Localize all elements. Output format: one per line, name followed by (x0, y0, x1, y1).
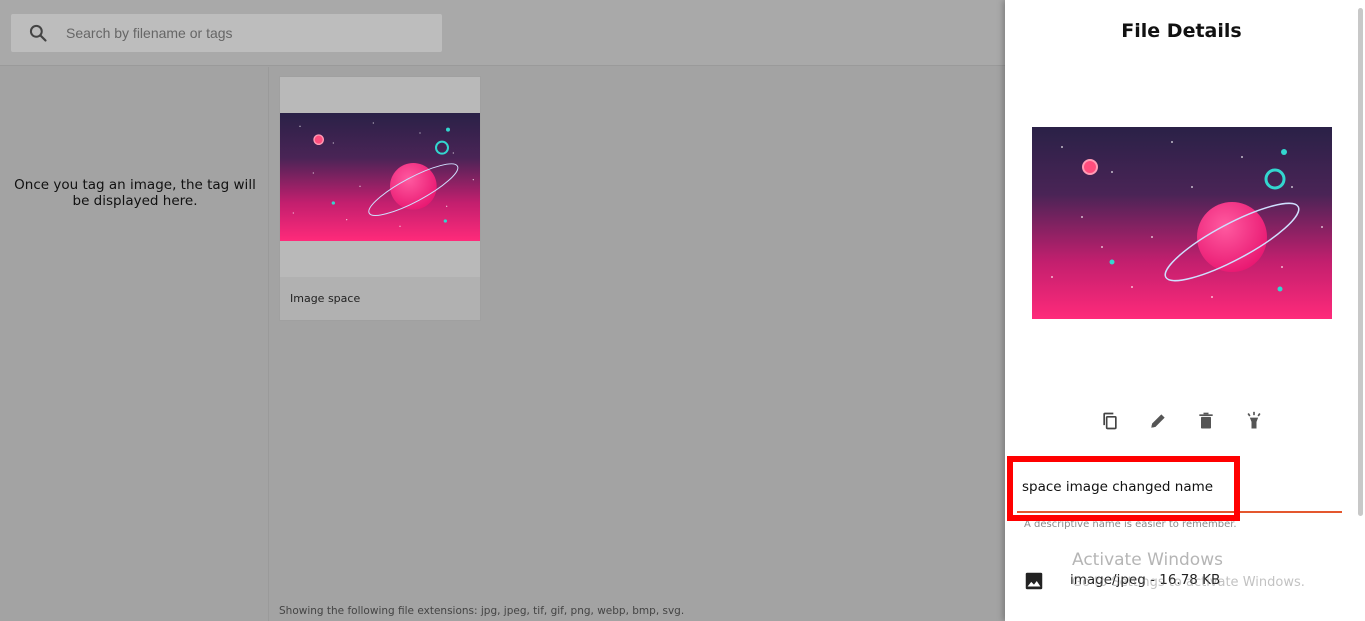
file-name: Image space (290, 292, 361, 305)
activate-windows-title: Activate Windows (1072, 550, 1223, 570)
thumbnail-area (280, 77, 480, 277)
copy-icon[interactable] (1097, 408, 1123, 434)
image-icon (1023, 570, 1045, 592)
search-bar[interactable] (11, 14, 442, 52)
extensions-note: Showing the following file extensions: j… (279, 605, 685, 617)
drawer-title: File Details (1121, 20, 1242, 42)
pencil-icon[interactable] (1145, 408, 1171, 434)
trash-icon[interactable] (1193, 408, 1219, 434)
file-thumbnail (280, 113, 480, 241)
file-card[interactable]: Image space (279, 76, 481, 321)
top-bar (0, 0, 1005, 66)
drawer-scrollbar[interactable] (1358, 8, 1363, 516)
tags-empty-message: Once you tag an image, the tag will be d… (14, 177, 256, 209)
flashlight-icon[interactable] (1241, 408, 1267, 434)
activate-windows-subtitle: Go to Settings to activate Windows. (1072, 575, 1305, 590)
file-preview-image (1032, 127, 1332, 319)
file-grid: Image space (270, 67, 1005, 596)
file-details-drawer: File Details space image changed name A … (1005, 0, 1365, 621)
search-input[interactable] (66, 14, 436, 52)
file-actions (1095, 408, 1265, 434)
annotation-highlight-box (1007, 456, 1240, 521)
tags-panel: Once you tag an image, the tag will be d… (0, 67, 269, 621)
search-icon (28, 23, 48, 43)
